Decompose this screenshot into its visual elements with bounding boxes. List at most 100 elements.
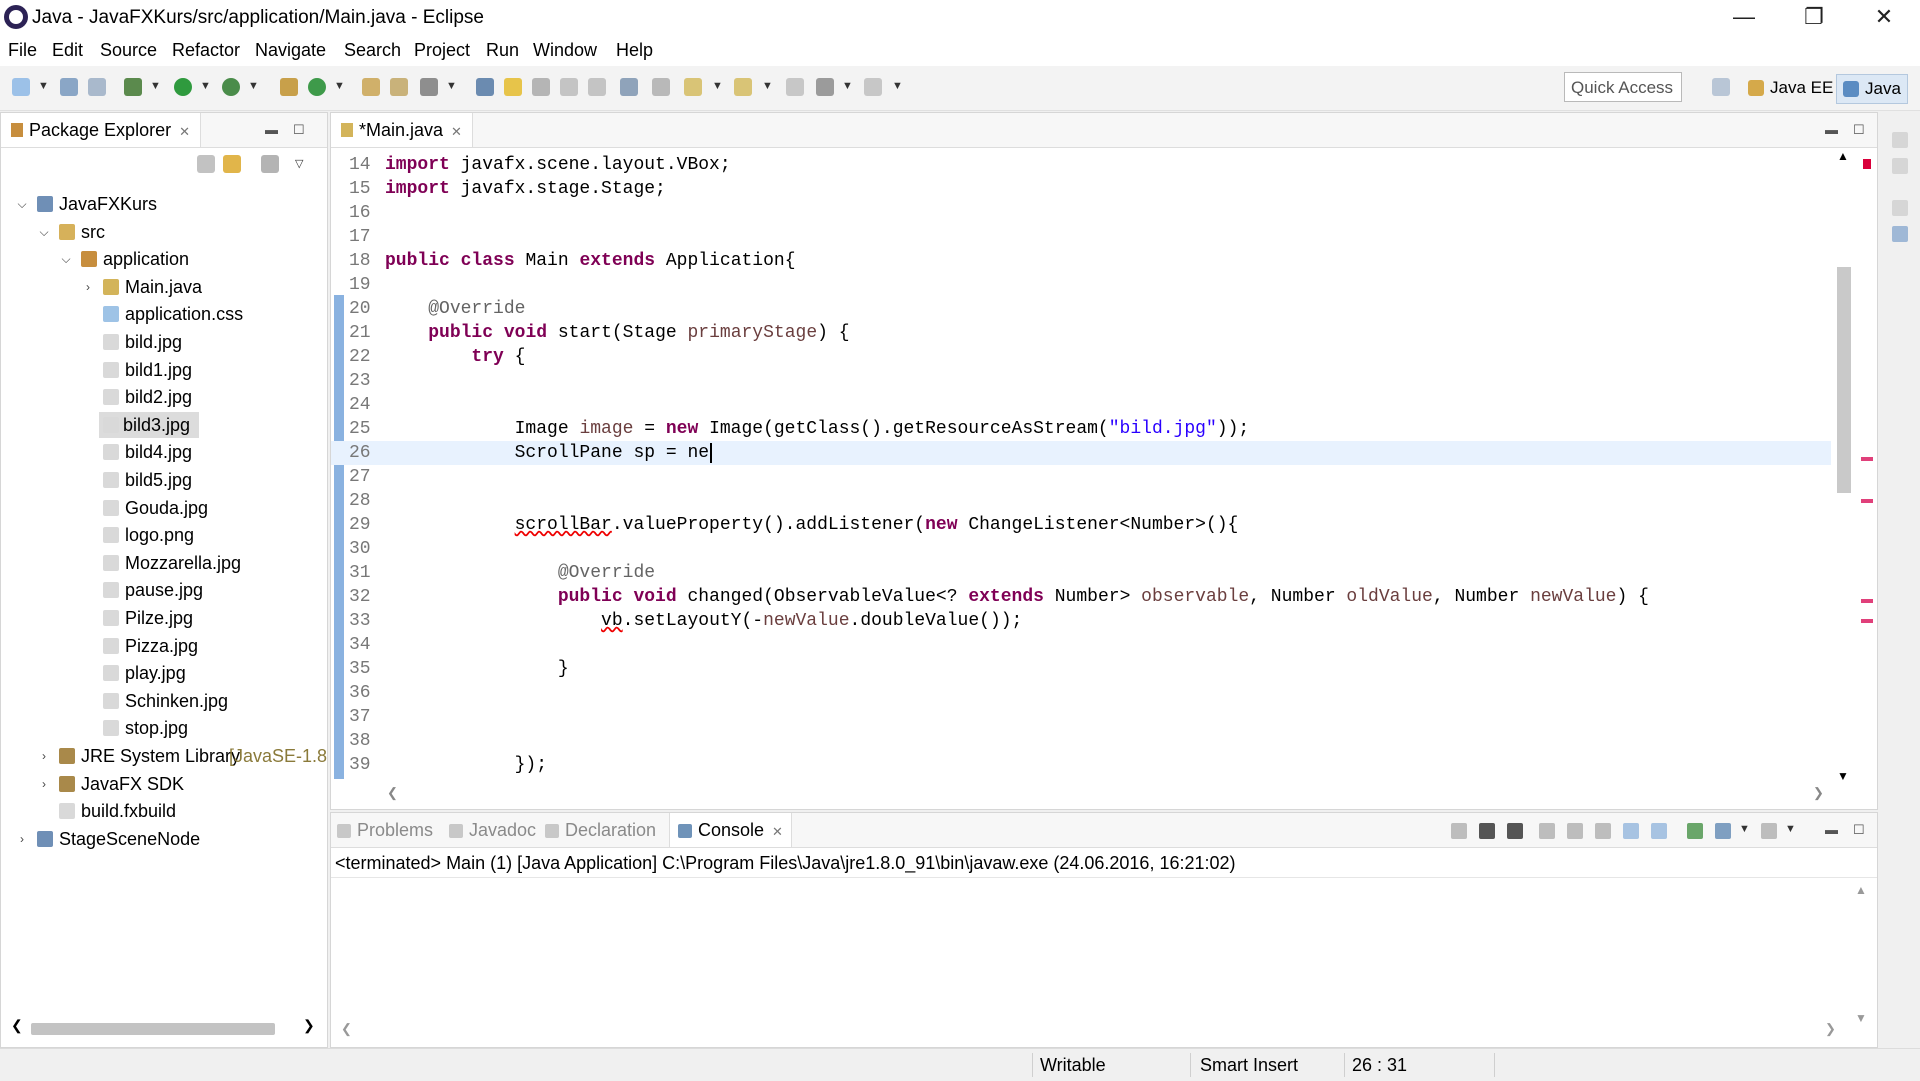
- menu-run[interactable]: Run: [486, 40, 519, 61]
- minimize-view-icon[interactable]: ▬: [265, 122, 278, 137]
- tab-javadoc[interactable]: Javadoc: [449, 813, 536, 847]
- close-icon[interactable]: ✕: [451, 124, 462, 139]
- tree-item-project-javafxkurs[interactable]: ⌵ JavaFXKurs: [15, 191, 275, 217]
- last-edit-location-icon[interactable]: [786, 78, 804, 96]
- console-vertical-scrollbar[interactable]: ▲ ▼: [1855, 883, 1871, 1033]
- external-tools-icon[interactable]: [222, 78, 240, 96]
- display-selected-console-icon[interactable]: [1715, 823, 1731, 839]
- tree-item-file-logo-png[interactable]: logo.png: [81, 522, 341, 548]
- collapsed-chevron-icon[interactable]: ›: [81, 274, 95, 300]
- menu-help[interactable]: Help: [616, 40, 653, 61]
- code-line[interactable]: 25 Image image = new Image(getClass().ge…: [331, 417, 1831, 441]
- tree-item-file-application-css[interactable]: application.css: [81, 301, 341, 327]
- expanded-chevron-icon[interactable]: ⌵: [37, 219, 51, 245]
- minimize-editor-icon[interactable]: ▬: [1825, 122, 1838, 137]
- editor-vertical-scrollbar[interactable]: ▲ ▼: [1833, 147, 1855, 787]
- tree-item-file-bild1-jpg[interactable]: bild1.jpg: [81, 357, 341, 383]
- show-console-stdout-icon[interactable]: [1623, 823, 1639, 839]
- code-line[interactable]: 36: [331, 681, 1831, 705]
- previous-annotation-dropdown-icon[interactable]: ▼: [762, 80, 773, 92]
- clear-console-icon[interactable]: [1539, 823, 1555, 839]
- maximize-view-icon[interactable]: ☐: [1853, 822, 1865, 838]
- pin-icon[interactable]: [652, 78, 670, 96]
- scroll-right-icon[interactable]: ❯: [1825, 1021, 1836, 1037]
- tree-item-project-stagescenenode[interactable]: › StageSceneNode: [15, 826, 275, 852]
- restore-icon[interactable]: [1892, 132, 1908, 148]
- code-line[interactable]: 34: [331, 633, 1831, 657]
- code-line[interactable]: 23: [331, 369, 1831, 393]
- scroll-down-icon[interactable]: ▼: [1837, 769, 1849, 783]
- tree-item-file-mozzarella-jpg[interactable]: Mozzarella.jpg: [81, 550, 341, 576]
- collapsed-chevron-icon[interactable]: ›: [37, 771, 51, 797]
- code-line[interactable]: 21 public void start(Stage primaryStage)…: [331, 321, 1831, 345]
- scroll-right-icon[interactable]: ❯: [303, 1017, 315, 1034]
- code-line[interactable]: 37: [331, 705, 1831, 729]
- tree-item-package-application[interactable]: ⌵ application: [59, 246, 319, 272]
- code-line[interactable]: 35 }: [331, 657, 1831, 681]
- forward-icon[interactable]: [864, 78, 882, 96]
- link-with-editor-icon[interactable]: [223, 155, 241, 173]
- save-icon[interactable]: [60, 78, 78, 96]
- open-console-icon[interactable]: [1761, 823, 1777, 839]
- code-line[interactable]: 31 @Override: [331, 561, 1831, 585]
- save-all-icon[interactable]: [88, 78, 106, 96]
- remove-launch-icon[interactable]: [1479, 823, 1495, 839]
- tree-item-file-stop-jpg[interactable]: stop.jpg: [81, 715, 341, 741]
- display-console-dropdown-icon[interactable]: ▼: [1739, 823, 1750, 835]
- next-annotation-dropdown-icon[interactable]: ▼: [712, 80, 723, 92]
- code-line[interactable]: 26 ScrollPane sp = ne​: [331, 441, 1831, 465]
- toggle-block-selection-icon[interactable]: [532, 78, 550, 96]
- tree-item-file-build-fxbuild[interactable]: build.fxbuild: [37, 798, 297, 824]
- tab-console[interactable]: Console ✕: [669, 813, 792, 847]
- tree-item-file-bild-jpg[interactable]: bild.jpg: [81, 329, 341, 355]
- new-java-package-icon[interactable]: [280, 78, 298, 96]
- code-line[interactable]: 18 public class Main extends Application{: [331, 249, 1831, 273]
- code-line[interactable]: 15 import javafx.stage.Stage;: [331, 177, 1831, 201]
- code-line[interactable]: 28: [331, 489, 1831, 513]
- scroll-left-icon[interactable]: ❮: [341, 1021, 352, 1037]
- restore-button[interactable]: ❐: [1786, 0, 1842, 36]
- remove-all-terminated-icon[interactable]: [1507, 823, 1523, 839]
- close-icon[interactable]: ✕: [772, 824, 783, 839]
- run-icon[interactable]: [174, 78, 192, 96]
- overview-marker[interactable]: [1861, 619, 1873, 623]
- menu-window[interactable]: Window: [533, 40, 597, 61]
- overview-marker[interactable]: [1861, 457, 1873, 461]
- expanded-chevron-icon[interactable]: ⌵: [59, 246, 73, 272]
- scroll-down-icon[interactable]: ▼: [1855, 1011, 1867, 1025]
- overview-marker[interactable]: [1861, 599, 1873, 603]
- restore-icon[interactable]: [1892, 200, 1908, 216]
- menu-source[interactable]: Source: [100, 40, 157, 61]
- scroll-right-icon[interactable]: ❯: [1813, 785, 1824, 801]
- code-line[interactable]: 27: [331, 465, 1831, 489]
- close-icon[interactable]: ✕: [179, 124, 190, 139]
- code-line[interactable]: 14 import javafx.scene.layout.VBox;: [331, 153, 1831, 177]
- minimize-view-icon[interactable]: ▬: [1825, 822, 1838, 837]
- view-menu-icon[interactable]: ▽: [295, 157, 303, 170]
- show-console-stderr-icon[interactable]: [1651, 823, 1667, 839]
- terminate-icon[interactable]: [1451, 823, 1467, 839]
- menu-project[interactable]: Project: [414, 40, 470, 61]
- new-class-dropdown-icon[interactable]: ▼: [334, 80, 345, 92]
- new-dropdown-icon[interactable]: ▼: [38, 80, 49, 92]
- tab-package-explorer[interactable]: Package Explorer ✕: [1, 113, 201, 147]
- tree-item-file-bild5-jpg[interactable]: bild5.jpg: [81, 467, 341, 493]
- console-horizontal-scrollbar[interactable]: ❮ ❯: [341, 1021, 1841, 1039]
- editor-horizontal-scrollbar[interactable]: ❮ ❯: [387, 785, 1827, 805]
- maximize-editor-icon[interactable]: ☐: [1853, 122, 1865, 138]
- menu-search[interactable]: Search: [344, 40, 401, 61]
- debug-icon[interactable]: [124, 78, 142, 96]
- highlight-icon[interactable]: [504, 78, 522, 96]
- collapse-all-icon[interactable]: [197, 155, 215, 173]
- scrollbar-thumb[interactable]: [1837, 267, 1851, 493]
- tree-item-file-pilze-jpg[interactable]: Pilze.jpg: [81, 605, 341, 631]
- open-console-dropdown-icon[interactable]: ▼: [1785, 823, 1796, 835]
- tree-item-folder-src[interactable]: ⌵ src: [37, 219, 297, 245]
- code-line[interactable]: 17: [331, 225, 1831, 249]
- next-annotation-icon[interactable]: [684, 78, 702, 96]
- outline-icon[interactable]: [1892, 226, 1908, 242]
- search-dropdown-icon[interactable]: ▼: [446, 80, 457, 92]
- show-whitespace-icon[interactable]: [560, 78, 578, 96]
- debug-dropdown-icon[interactable]: ▼: [150, 80, 161, 92]
- code-line[interactable]: 39 });: [331, 753, 1831, 777]
